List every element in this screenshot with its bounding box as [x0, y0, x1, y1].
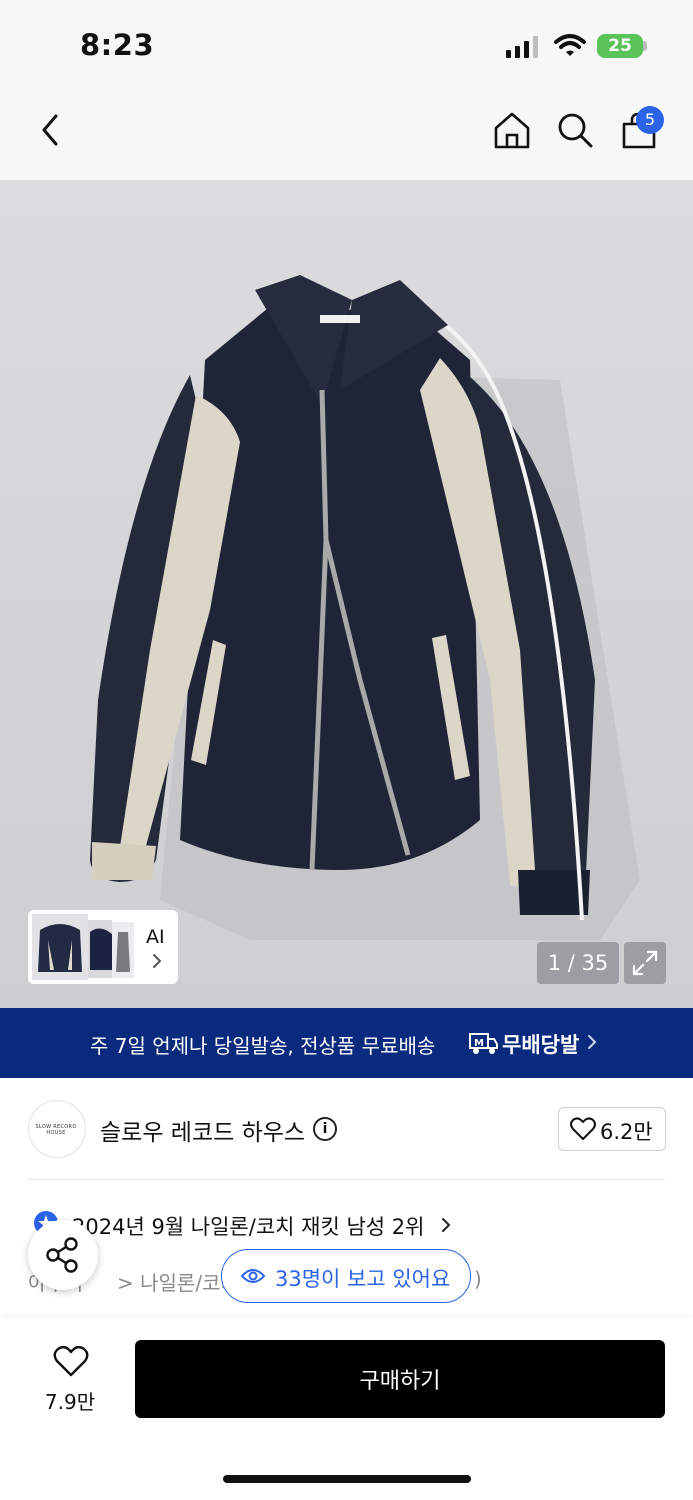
- wishlist-count: 7.9만: [44, 1390, 96, 1414]
- cellular-signal-icon: [506, 36, 538, 58]
- ranking-text[interactable]: 2024년 9월 나일론/코치 재킷 남성 2위: [72, 1211, 424, 1241]
- home-indicator[interactable]: [223, 1475, 471, 1483]
- heart-icon: [570, 1117, 596, 1140]
- eye-icon: [240, 1269, 266, 1283]
- ranking-chevron-icon[interactable]: [440, 1216, 452, 1234]
- ai-label[interactable]: AI: [146, 926, 165, 948]
- banner-chevron-icon: [588, 1035, 597, 1049]
- product-image-gallery[interactable]: [0, 180, 693, 1008]
- shop-like-count: 6.2만: [600, 1120, 653, 1144]
- delivery-truck-icon: M: [469, 1033, 498, 1054]
- status-time: 8:23: [80, 28, 155, 62]
- share-button[interactable]: [28, 1220, 98, 1290]
- product-jacket-image: [90, 275, 640, 940]
- breadcrumb-part: ): [474, 1267, 482, 1291]
- buy-button[interactable]: 구매하기: [135, 1340, 665, 1418]
- shop-name[interactable]: 슬로우 레코드 하우스: [100, 1113, 305, 1147]
- cart-count-badge: 5: [636, 106, 664, 134]
- divider: [28, 1179, 665, 1180]
- viewers-text: 33명이 보고 있어요: [275, 1267, 451, 1291]
- wifi-icon: [554, 34, 586, 56]
- banner-text: 주 7일 언제나 당일발송, 전상품 무료배송: [90, 1034, 436, 1058]
- wishlist-heart-icon[interactable]: [53, 1346, 89, 1378]
- share-icon: [46, 1237, 78, 1273]
- back-chevron-icon[interactable]: [36, 112, 66, 148]
- chevron-right-icon[interactable]: [151, 952, 163, 970]
- info-icon[interactable]: i: [313, 1117, 337, 1141]
- banner-brand: 무배당발: [502, 1033, 580, 1057]
- expand-image-button[interactable]: [624, 942, 666, 984]
- battery-icon: 25: [597, 34, 643, 58]
- battery-tip: [643, 41, 647, 51]
- home-icon[interactable]: [492, 110, 532, 150]
- svg-text:M: M: [474, 1038, 484, 1049]
- shop-logo-text: SLOW RECORD HOUSE: [35, 1124, 77, 1136]
- search-icon[interactable]: [556, 111, 594, 149]
- image-page-counter: 1 / 35: [537, 942, 619, 984]
- expand-icon: [632, 950, 658, 976]
